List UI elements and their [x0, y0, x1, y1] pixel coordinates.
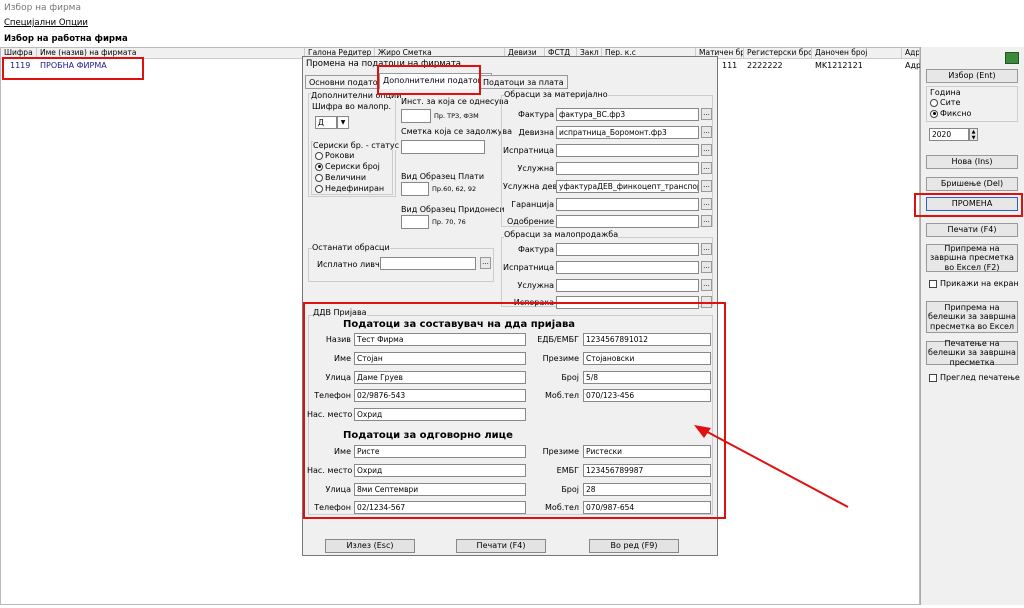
annotation-arrow-icon — [694, 425, 849, 508]
